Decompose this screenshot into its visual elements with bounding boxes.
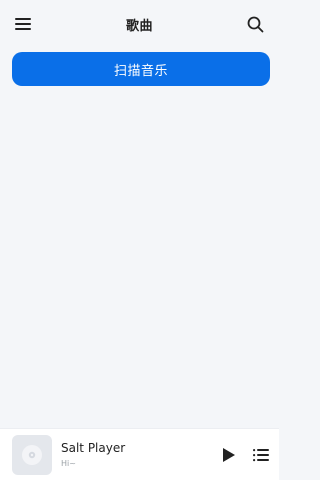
track-info[interactable]: Salt Player Hi~: [61, 441, 219, 469]
playlist-icon[interactable]: [251, 445, 271, 465]
track-subtitle: Hi~: [61, 458, 76, 468]
disc-icon: [22, 444, 42, 465]
app-root: 歌曲 扫描音乐 Salt Player Hi~: [0, 0, 279, 480]
play-icon[interactable]: [219, 445, 239, 465]
menu-icon[interactable]: [12, 13, 34, 35]
album-cover[interactable]: [12, 434, 52, 475]
search-icon[interactable]: [245, 13, 267, 35]
mini-player[interactable]: Salt Player Hi~: [0, 428, 279, 480]
player-controls: [219, 445, 271, 465]
top-app-bar: 歌曲: [0, 0, 279, 48]
track-title: Salt Player: [61, 440, 126, 455]
scan-music-button[interactable]: 扫描音乐: [12, 52, 270, 86]
page-title: 歌曲: [125, 18, 153, 34]
scan-music-label: 扫描音乐: [113, 63, 168, 79]
